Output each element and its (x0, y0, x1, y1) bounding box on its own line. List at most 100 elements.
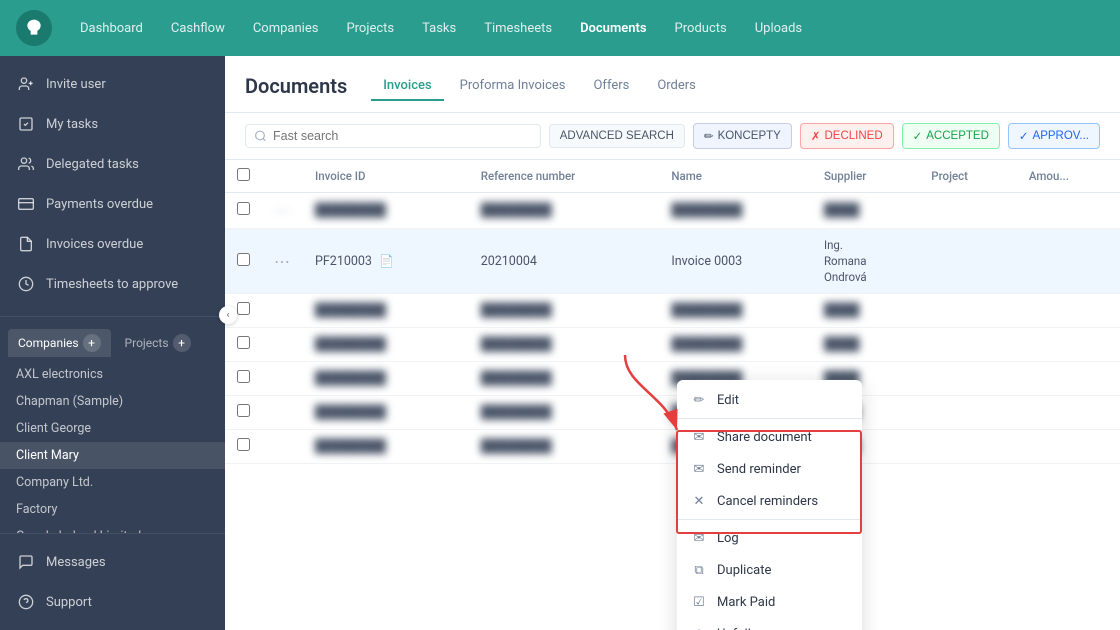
search-box (245, 124, 541, 148)
menu-item-log[interactable]: ✉ Log (677, 522, 862, 554)
help-icon (16, 592, 36, 612)
col-name: Name (659, 160, 812, 193)
tab-orders[interactable]: Orders (645, 72, 708, 101)
nav-projects[interactable]: Projects (334, 13, 406, 44)
sidebar-item-support[interactable]: Support (0, 582, 225, 622)
menu-item-mark-paid[interactable]: ☑ Mark Paid (677, 586, 862, 618)
toolbar: ADVANCED SEARCH ✏ KONCEPTY ✗ DECLINED ✓ … (225, 113, 1120, 160)
nav-dashboard[interactable]: Dashboard (68, 13, 155, 44)
table-row-highlighted: ⋯ PF210003 📄 20210004 Invoice 0003 Ing. … (225, 229, 1120, 294)
nav-documents[interactable]: Documents (568, 13, 658, 44)
sidebar-item-invoices-overdue[interactable]: Invoices overdue (0, 224, 225, 264)
col-ref-number: Reference number (469, 160, 660, 193)
company-item-factory[interactable]: Factory (0, 496, 225, 523)
tab-proforma[interactable]: Proforma Invoices (448, 72, 578, 101)
sidebar-item-timesheets-approve[interactable]: Timesheets to approve (0, 264, 225, 304)
menu-item-send-reminder[interactable]: ✉ Send reminder (677, 453, 862, 485)
col-actions (262, 160, 303, 193)
name-cell: Invoice 0003 (659, 229, 812, 294)
row-checkbox-5[interactable] (237, 370, 250, 383)
tab-offers[interactable]: Offers (581, 72, 641, 101)
nav-tasks[interactable]: Tasks (410, 13, 468, 44)
company-item-chapman[interactable]: Chapman (Sample) (0, 388, 225, 415)
context-menu: ✏ Edit ✉ Share document ✉ Send reminder … (677, 380, 862, 630)
tasks-icon (16, 114, 36, 134)
tab-projects[interactable]: Projects + (115, 329, 201, 357)
row-checkbox-3[interactable] (237, 302, 250, 315)
nav-uploads[interactable]: Uploads (743, 13, 814, 44)
envelope-share-icon: ✉ (691, 429, 707, 445)
table-row: ████████ ████████ ████████ ████ (225, 294, 1120, 328)
row-checkbox-7[interactable] (237, 438, 250, 451)
filter-declined[interactable]: ✗ DECLINED (800, 123, 894, 149)
envelope-log-icon: ✉ (691, 530, 707, 546)
col-supplier: Supplier (812, 160, 919, 193)
advanced-search-button[interactable]: ADVANCED SEARCH (549, 124, 685, 148)
check-paid-icon: ☑ (691, 594, 707, 610)
filter-approved[interactable]: ✓ APPROV... (1008, 123, 1100, 149)
col-amount: Amou... (1017, 160, 1120, 193)
menu-divider-1 (677, 418, 862, 419)
company-list: AXL electronics Chapman (Sample) Client … (0, 357, 225, 533)
company-item-google[interactable]: Google Ireland Limited (0, 523, 225, 533)
sidebar-item-messages[interactable]: Messages (0, 542, 225, 582)
col-project: Project (919, 160, 1017, 193)
company-item-axl[interactable]: AXL electronics (0, 361, 225, 388)
nav-products[interactable]: Products (663, 13, 739, 44)
menu-item-cancel-reminders[interactable]: ✕ Cancel reminders (677, 485, 862, 517)
row-checkbox-4[interactable] (237, 336, 250, 349)
menu-item-duplicate[interactable]: ⧉ Duplicate (677, 554, 862, 586)
clock-icon (16, 274, 36, 294)
row-checkbox-2[interactable] (237, 253, 250, 266)
payment-icon (16, 194, 36, 214)
col-invoice-id: Invoice ID (303, 160, 469, 193)
company-item-company-ltd[interactable]: Company Ltd. (0, 469, 225, 496)
copy-icon: ⧉ (691, 562, 707, 578)
add-company-button[interactable]: + (83, 334, 101, 352)
sidebar-item-invite-user[interactable]: Invite user (0, 64, 225, 104)
delegate-icon (16, 154, 36, 174)
row-checkbox-6[interactable] (237, 404, 250, 417)
document-tabs: Invoices Proforma Invoices Offers Orders (371, 72, 708, 100)
main-content: Documents Invoices Proforma Invoices Off… (225, 56, 1120, 630)
x-icon: ✗ (811, 129, 821, 143)
select-all-checkbox[interactable] (237, 168, 250, 181)
ref-number-cell: 20210004 (469, 229, 660, 294)
page-title: Documents (245, 74, 347, 98)
row-actions[interactable]: ⋯ (274, 201, 291, 220)
user-plus-icon (16, 74, 36, 94)
tab-invoices[interactable]: Invoices (371, 72, 443, 101)
company-item-client-george[interactable]: Client George (0, 415, 225, 442)
sidebar: Invite user My tasks Delegated tasks (0, 56, 225, 630)
invoice-icon (16, 234, 36, 254)
filter-koncepty[interactable]: ✏ KONCEPTY (693, 123, 792, 149)
table-row: ⋯ ████████ ████████ ████████ ████ (225, 193, 1120, 229)
invoice-table: Invoice ID Reference number Name Supplie… (225, 160, 1120, 464)
eye-icon: ◎ (691, 626, 707, 630)
sidebar-item-delegated-tasks[interactable]: Delegated tasks (0, 144, 225, 184)
company-item-client-mary[interactable]: Client Mary (0, 442, 225, 469)
menu-item-share-document[interactable]: ✉ Share document (677, 421, 862, 453)
sidebar-item-payments-overdue[interactable]: Payments overdue (0, 184, 225, 224)
nav-cashflow[interactable]: Cashflow (159, 13, 237, 44)
invoice-id-cell: PF210003 📄 (303, 229, 469, 294)
row-checkbox[interactable] (237, 202, 250, 215)
supplier-cell: Ing. Romana Ondrová (812, 229, 919, 294)
nav-companies[interactable]: Companies (241, 13, 331, 44)
menu-divider-2 (677, 519, 862, 520)
row-actions-2[interactable]: ⋯ (274, 252, 291, 271)
search-input[interactable] (273, 129, 532, 143)
invoice-table-container: Invoice ID Reference number Name Supplie… (225, 160, 1120, 630)
tab-companies[interactable]: Companies + (8, 329, 111, 357)
menu-item-unfollow[interactable]: ◎ Unfollow (677, 618, 862, 630)
sidebar-item-my-tasks[interactable]: My tasks (0, 104, 225, 144)
documents-header: Documents Invoices Proforma Invoices Off… (225, 56, 1120, 113)
sidebar-collapse-toggle[interactable]: ‹ (219, 306, 237, 324)
check-icon: ✓ (913, 129, 923, 143)
filter-accepted[interactable]: ✓ ACCEPTED (902, 123, 1000, 149)
nav-timesheets[interactable]: Timesheets (472, 13, 564, 44)
top-navigation: Dashboard Cashflow Companies Projects Ta… (0, 0, 1120, 56)
menu-item-edit[interactable]: ✏ Edit (677, 384, 862, 416)
add-project-button[interactable]: + (173, 334, 191, 352)
app-logo (16, 10, 52, 46)
